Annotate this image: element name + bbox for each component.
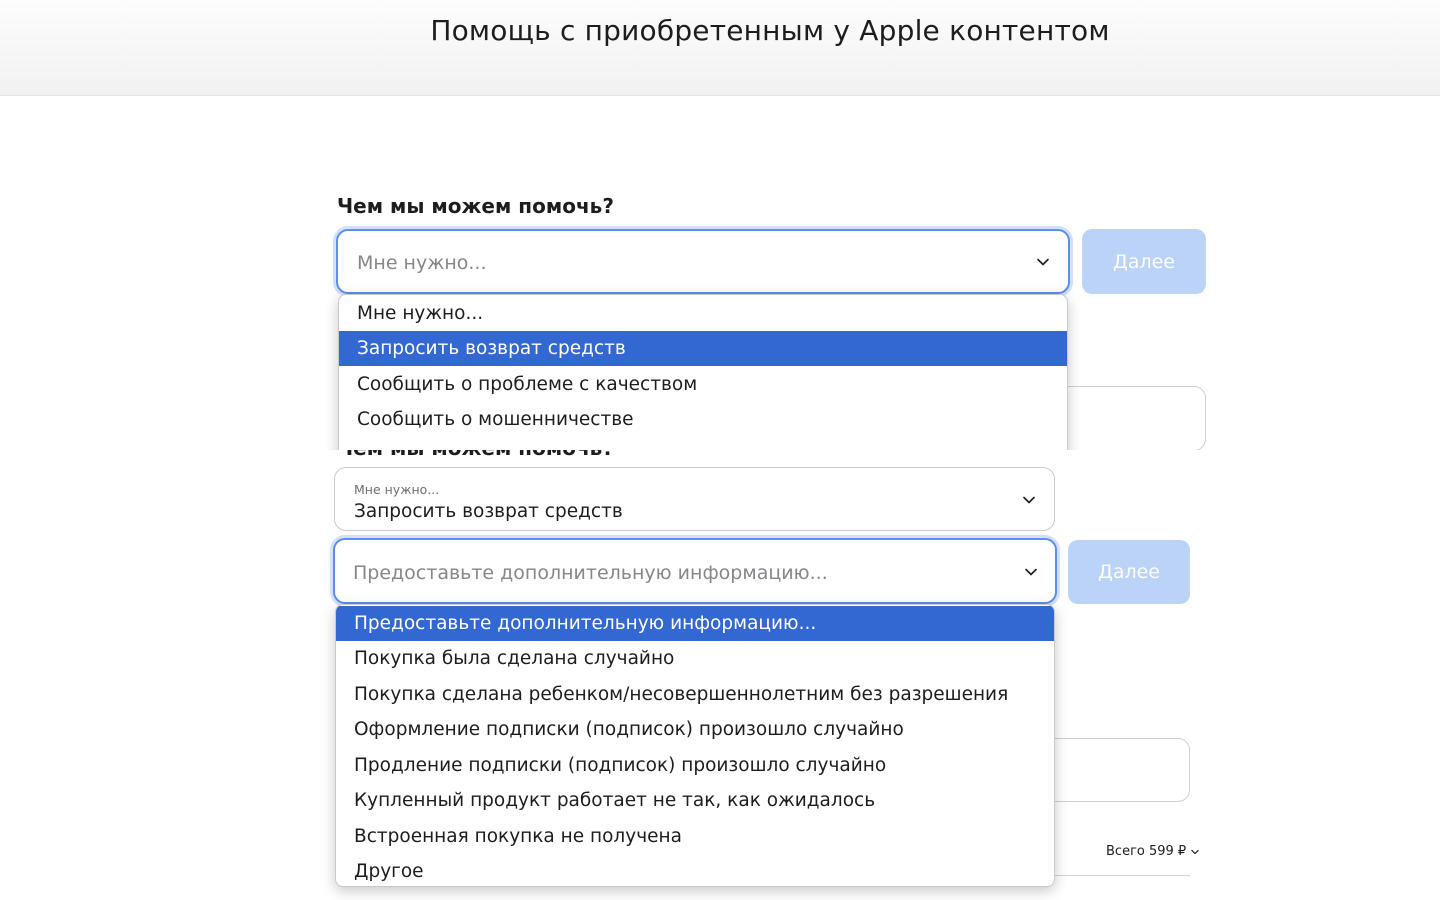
order-total-text: Всего 599 ₽ [1106, 844, 1187, 859]
detail-select[interactable]: Предоставьте дополнительную информацию..… [333, 538, 1057, 604]
option-accidental-subscription[interactable]: Оформление подписки (подписок) произошло… [336, 712, 1054, 747]
next-button[interactable]: Далее [1068, 540, 1190, 604]
option-other[interactable]: Другое [336, 854, 1054, 886]
chevron-down-icon [1037, 258, 1049, 266]
help-topic-select[interactable]: Мне нужно... [336, 229, 1070, 294]
option-detail-placeholder[interactable]: Предоставьте дополнительную информацию..… [336, 606, 1054, 641]
help-topic-placeholder: Мне нужно... [357, 252, 487, 274]
option-placeholder[interactable]: Мне нужно... [339, 296, 1067, 331]
help-topic-listbox: Мне нужно... Запросить возврат средств С… [338, 294, 1068, 450]
page-title: Помощь с приобретенным у Apple контентом [430, 14, 1110, 47]
reason-select[interactable]: Мне нужно... Запросить возврат средств [334, 467, 1055, 531]
order-total[interactable]: Всего 599 ₽ [1106, 844, 1200, 859]
step1-panel: Чем мы можем помочь? Мне нужно... Далее … [0, 96, 1440, 450]
next-button[interactable]: Далее [1082, 229, 1206, 294]
help-question-label: Чем мы можем помочь? [337, 194, 614, 218]
option-accidental-purchase[interactable]: Покупка была сделана случайно [336, 641, 1054, 676]
reason-select-value: Запросить возврат средств [354, 501, 623, 522]
detail-select-placeholder: Предоставьте дополнительную информацию..… [353, 562, 828, 584]
option-iap-not-received[interactable]: Встроенная покупка не получена [336, 819, 1054, 854]
option-fraud[interactable]: Сообщить о мошенничестве [339, 402, 1067, 437]
reason-select-label: Мне нужно... [354, 482, 440, 497]
step2-panel: Чем мы можем помочь? Мне нужно... Запрос… [0, 450, 1440, 900]
chevron-down-icon [1023, 496, 1035, 504]
option-child-purchase[interactable]: Покупка сделана ребенком/несовершеннолет… [336, 677, 1054, 712]
option-refund[interactable]: Запросить возврат средств [339, 331, 1067, 366]
page-header: Помощь с приобретенным у Apple контентом [0, 0, 1440, 96]
detail-listbox: Предоставьте дополнительную информацию..… [335, 604, 1055, 887]
option-not-as-expected[interactable]: Купленный продукт работает не так, как о… [336, 783, 1054, 818]
chevron-down-icon [1191, 849, 1199, 854]
option-quality-issue[interactable]: Сообщить о проблеме с качеством [339, 367, 1067, 402]
option-accidental-renewal[interactable]: Продление подписки (подписок) произошло … [336, 748, 1054, 783]
chevron-down-icon [1025, 568, 1037, 576]
help-question-label-cut: Чем мы можем помочь? [337, 450, 614, 460]
